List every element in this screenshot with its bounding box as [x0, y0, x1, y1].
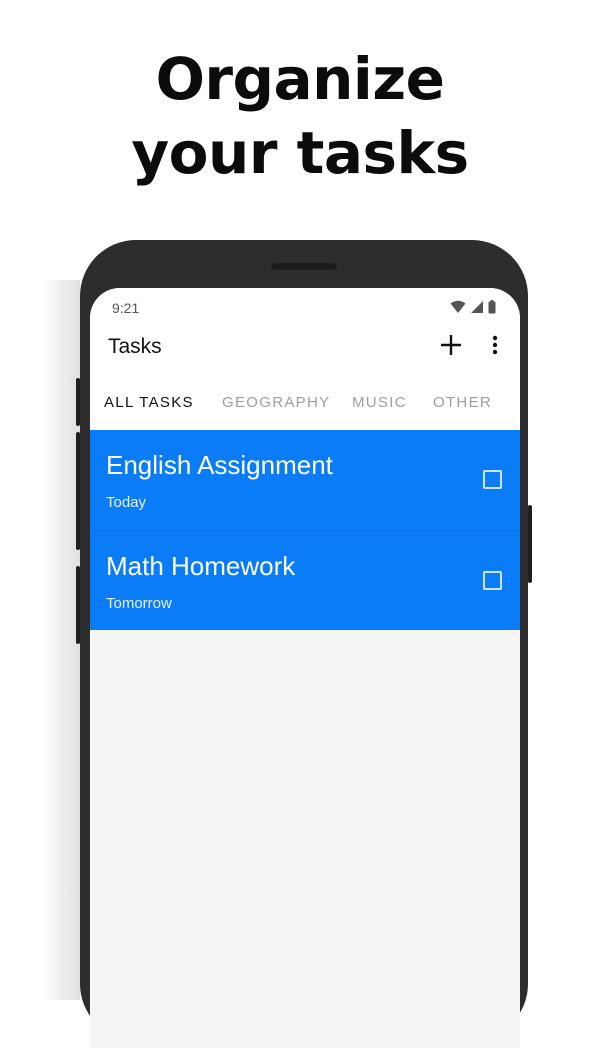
plus-icon[interactable] — [438, 332, 464, 358]
phone-screen: 9:21 Tasks ALL TASKS GEOGRAPHY MUSIC OTH… — [90, 288, 520, 1048]
promo-line-2: your tasks — [131, 119, 469, 187]
category-tabs: ALL TASKS GEOGRAPHY MUSIC OTHER — [90, 370, 520, 430]
task-title: Math Homework — [106, 551, 296, 581]
tab-all-tasks[interactable]: ALL TASKS — [104, 394, 194, 411]
tab-other[interactable]: OTHER — [433, 394, 492, 411]
phone-power-button — [528, 505, 532, 583]
cellular-signal-icon — [471, 301, 483, 313]
task-item[interactable]: English Assignment Today — [90, 430, 520, 530]
tab-geography[interactable]: GEOGRAPHY — [222, 394, 330, 411]
task-due-date: Tomorrow — [106, 595, 172, 612]
task-due-date: Today — [106, 494, 147, 511]
phone-frame: 9:21 Tasks ALL TASKS GEOGRAPHY MUSIC OTH… — [80, 240, 528, 1048]
task-item[interactable]: Math Homework Tomorrow — [90, 530, 520, 630]
status-bar: 9:21 — [90, 288, 520, 326]
phone-shadow — [40, 280, 80, 1000]
task-checkbox[interactable] — [483, 470, 502, 489]
more-vert-icon[interactable] — [488, 332, 502, 358]
wifi-icon — [450, 300, 466, 313]
tab-music[interactable]: MUSIC — [352, 394, 407, 411]
promo-headline: Organize your tasks — [0, 42, 600, 190]
status-icons — [450, 300, 496, 314]
app-bar: Tasks — [90, 326, 520, 370]
battery-icon — [488, 300, 496, 314]
task-checkbox[interactable] — [483, 571, 502, 590]
app-title: Tasks — [108, 335, 162, 358]
promo-line-1: Organize — [155, 45, 445, 113]
status-time: 9:21 — [112, 300, 140, 316]
task-list: English Assignment Today Math Homework T… — [90, 430, 520, 630]
task-title: English Assignment — [106, 450, 333, 480]
phone-speaker — [271, 263, 337, 270]
